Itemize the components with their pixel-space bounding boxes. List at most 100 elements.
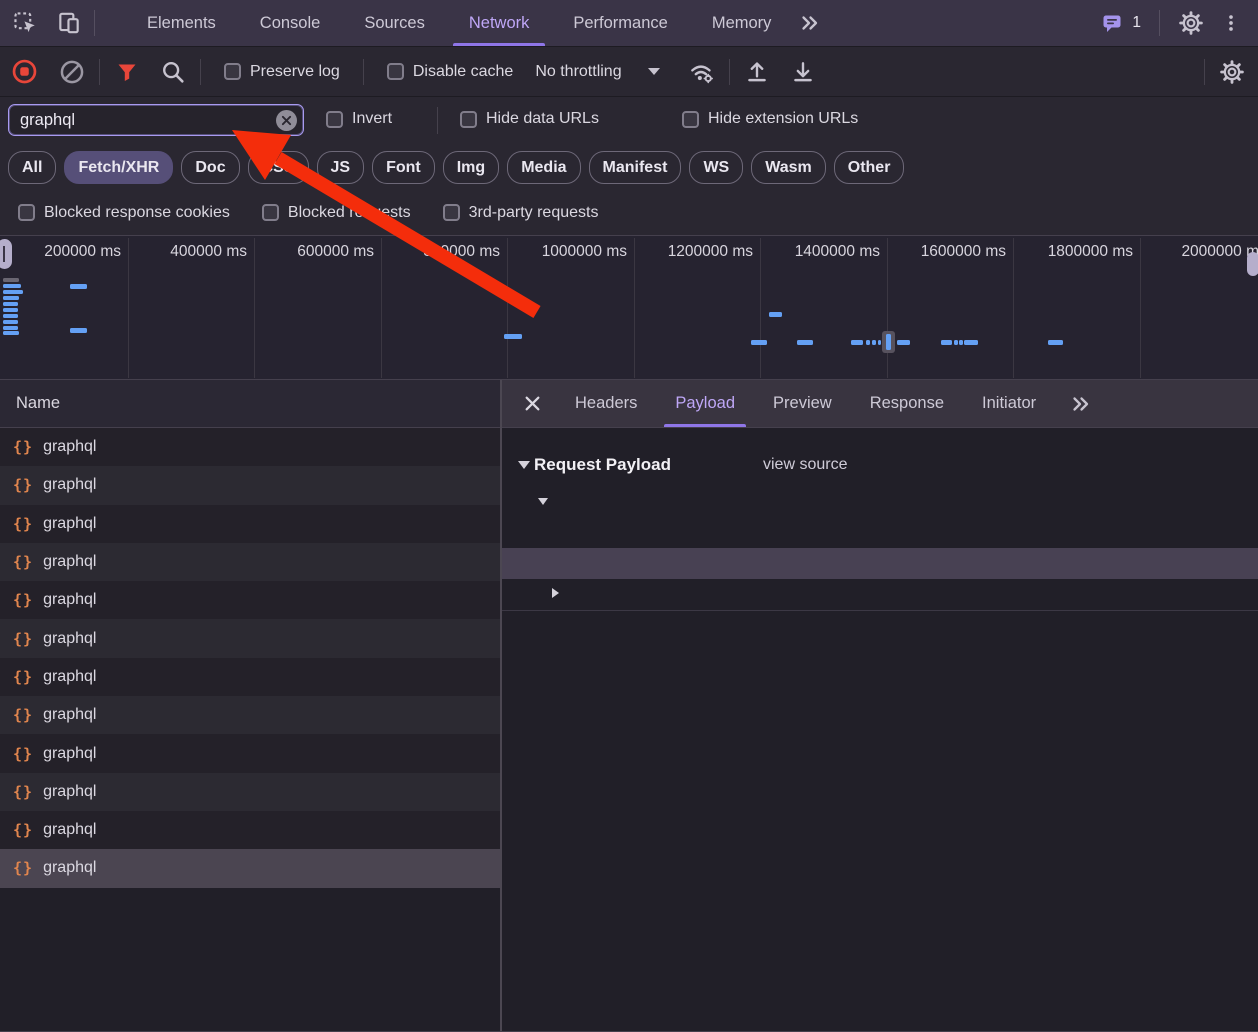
checkbox-box	[326, 111, 343, 128]
hide-data-urls-checkbox[interactable]: Hide data URLs	[460, 110, 599, 128]
timeline-request-bar	[3, 314, 18, 318]
resource-type-chip[interactable]: CSS	[248, 151, 309, 184]
panel-tab[interactable]: Elements	[125, 0, 238, 46]
advanced-filter-checkbox[interactable]: Blocked requests	[262, 204, 411, 222]
advanced-filter-checkbox[interactable]: Blocked response cookies	[18, 204, 230, 222]
throttling-select[interactable]: No throttling	[535, 63, 659, 81]
request-row[interactable]: {} graphql	[0, 658, 500, 696]
panel-tab[interactable]: Performance	[551, 0, 689, 46]
resource-type-chip[interactable]: Fetch/XHR	[64, 151, 173, 184]
request-row[interactable]: {} graphql	[0, 696, 500, 734]
checkbox-box	[224, 63, 241, 80]
details-tab-label: Initiator	[982, 394, 1036, 413]
toggle-device-toolbar-button[interactable]	[52, 6, 86, 40]
collapse-triangle-icon	[538, 498, 548, 505]
request-row[interactable]: {} graphql	[0, 428, 500, 466]
fetch-xhr-icon: {}	[13, 553, 33, 571]
chevron-double-right-icon	[798, 11, 822, 35]
fetch-xhr-icon: {}	[13, 591, 33, 609]
overview-right-resize-handle[interactable]	[1247, 252, 1258, 276]
timeline-request-bar	[3, 326, 18, 330]
chip-label: Img	[457, 159, 485, 177]
network-toolbar: Preserve log Disable cache No throttling	[0, 47, 1258, 97]
timeline-tick-label: 200000 ms	[1, 243, 121, 263]
panel-tab[interactable]: Console	[238, 0, 343, 46]
resource-type-chip[interactable]: Doc	[181, 151, 239, 184]
panel-tab[interactable]: Sources	[342, 0, 447, 46]
request-payload-section-header[interactable]: Request Payload view source	[502, 450, 1258, 480]
payload-root-row[interactable]: {operationName: "ipFlowTimeseries", vari…	[502, 486, 1258, 517]
upload-icon	[744, 59, 770, 85]
hide-extension-urls-label: Hide extension URLs	[708, 110, 858, 128]
more-panels-button[interactable]	[793, 6, 827, 40]
chip-label: CSS	[262, 159, 295, 177]
resource-type-chip[interactable]: WS	[689, 151, 743, 184]
preserve-log-checkbox[interactable]: Preserve log	[224, 63, 340, 81]
payload-property-row[interactable]: operationName: "ipFlowTimeseries"	[502, 517, 1258, 548]
payload-property-row[interactable]: query: "query ipFlowTimeseries($accountT…	[502, 548, 1258, 579]
settings-button[interactable]	[1174, 6, 1208, 40]
invert-checkbox[interactable]: Invert	[326, 110, 392, 128]
issues-button[interactable]: 1	[1096, 6, 1145, 40]
clear-filter-button[interactable]	[276, 110, 297, 131]
filter-button[interactable]	[109, 54, 145, 90]
panel-tab[interactable]: Memory	[690, 0, 794, 46]
record-network-log-button[interactable]	[6, 54, 42, 90]
network-settings-button[interactable]	[1214, 54, 1250, 90]
export-har-button[interactable]	[785, 54, 821, 90]
hide-extension-urls-checkbox[interactable]: Hide extension URLs	[682, 110, 858, 128]
request-row[interactable]: {} graphql	[0, 734, 500, 772]
request-row[interactable]: {} graphql	[0, 543, 500, 581]
details-tab[interactable]: Preview	[754, 380, 851, 427]
view-source-link[interactable]: view source	[763, 456, 847, 474]
timeline-request-bar	[872, 340, 876, 345]
devtools-menu-button[interactable]	[1214, 6, 1248, 40]
request-row[interactable]: {} graphql	[0, 619, 500, 657]
import-har-button[interactable]	[739, 54, 775, 90]
resource-type-chip[interactable]: JS	[317, 151, 365, 184]
timeline-tick-label: 1400000 ms	[760, 243, 880, 263]
chip-label: WS	[703, 159, 729, 177]
resource-type-chip[interactable]: Font	[372, 151, 435, 184]
request-row[interactable]: {} graphql	[0, 505, 500, 543]
request-row[interactable]: {} graphql	[0, 773, 500, 811]
inspect-element-button[interactable]	[8, 6, 42, 40]
funnel-icon	[115, 60, 139, 84]
resource-type-chip[interactable]: Media	[507, 151, 580, 184]
close-details-button[interactable]	[512, 384, 552, 424]
invert-label: Invert	[352, 110, 392, 128]
request-row[interactable]: {} graphql	[0, 811, 500, 849]
panel-tab-label: Network	[469, 14, 530, 33]
details-tab[interactable]: Response	[851, 380, 963, 427]
details-tab[interactable]: Headers	[556, 380, 656, 427]
overview-left-resize-handle[interactable]	[0, 239, 12, 269]
payload-property-row[interactable]: variables: {accountTag: "b12e3b2192ee558…	[502, 579, 1258, 610]
checkbox-box	[443, 204, 460, 221]
filter-input[interactable]	[9, 111, 276, 130]
name-column-header[interactable]: Name	[0, 380, 500, 428]
details-tabs: Headers Payload Preview Response	[556, 380, 1055, 427]
resource-type-chip[interactable]: Manifest	[589, 151, 682, 184]
timeline-request-bar	[3, 296, 19, 300]
fetch-xhr-icon: {}	[13, 630, 33, 648]
panel-tab[interactable]: Network	[447, 0, 552, 46]
timeline-request-bar	[3, 320, 18, 324]
request-row[interactable]: {} graphql	[0, 466, 500, 504]
disable-cache-checkbox[interactable]: Disable cache	[387, 63, 514, 81]
timeline-tick-label: 400000 ms	[127, 243, 247, 263]
network-conditions-button[interactable]	[684, 54, 720, 90]
resource-type-chip[interactable]: Wasm	[751, 151, 826, 184]
search-button[interactable]	[155, 54, 191, 90]
request-row[interactable]: {} graphql	[0, 581, 500, 619]
clear-network-log-button[interactable]	[54, 54, 90, 90]
details-tab[interactable]: Payload	[656, 380, 754, 427]
request-row[interactable]: {} graphql	[0, 849, 500, 887]
resource-type-chip[interactable]: Img	[443, 151, 499, 184]
resource-type-chip[interactable]: Other	[834, 151, 905, 184]
details-tab[interactable]: Initiator	[963, 380, 1055, 427]
advanced-filters-row: Blocked response cookies Blocked request…	[0, 190, 1258, 236]
more-details-tabs-button[interactable]	[1063, 392, 1099, 416]
advanced-filter-checkbox[interactable]: 3rd-party requests	[443, 204, 599, 222]
resource-type-chip[interactable]: All	[8, 151, 56, 184]
fetch-xhr-icon: {}	[13, 706, 33, 724]
